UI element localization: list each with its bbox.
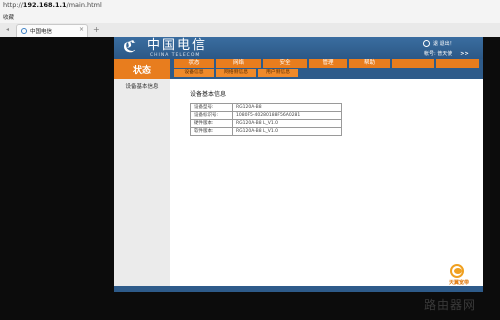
- account-arrow-icon[interactable]: >>: [460, 51, 468, 57]
- row-key: 设备型号:: [190, 103, 233, 112]
- url-prefix: http://: [3, 1, 23, 9]
- tab-close-icon[interactable]: ×: [79, 26, 84, 33]
- tab-management[interactable]: 管理: [309, 59, 347, 68]
- sidebar-item-label: 设备基本信息: [125, 84, 159, 90]
- sidebar: [114, 79, 170, 292]
- tab-scroll-left-icon[interactable]: ◂: [6, 26, 9, 33]
- account-info: 帐号: 普天使 >>: [424, 50, 469, 57]
- current-section-label: 状态: [114, 59, 170, 79]
- current-section-text: 状态: [132, 66, 151, 76]
- table-row: 设备标识号: 1080F5-40280188F56A0281: [190, 111, 342, 120]
- tianyi-logo-fill: [454, 268, 462, 274]
- watermark: 路由器网: [424, 298, 477, 312]
- url-text[interactable]: http://192.168.1.1/main.html: [3, 1, 102, 9]
- tab-network[interactable]: 网络: [216, 59, 261, 68]
- device-info-table: 设备型号: RG120A-B8 设备标识号: 1080F5-40280188F56A…: [190, 103, 342, 136]
- row-value: RG120A-B8: [232, 103, 342, 112]
- favicon-icon: [21, 28, 27, 34]
- favorites-menu[interactable]: 收藏: [3, 13, 14, 21]
- browser-menu-bar: 收藏: [0, 13, 500, 23]
- tab-security[interactable]: 安全: [263, 59, 307, 68]
- china-telecom-logo: ℭ 中国电信 CHINA TELECOM: [123, 38, 208, 60]
- row-value: RG120A-B8 L_V1.0: [232, 119, 342, 128]
- tab-help[interactable]: 帮助: [349, 59, 390, 68]
- url-host: 192.168.1.1: [22, 1, 67, 9]
- logout-label: 退 退出！: [433, 41, 455, 47]
- tab-title: 中国电信: [30, 29, 53, 35]
- address-bar[interactable]: http://192.168.1.1/main.html: [0, 0, 500, 14]
- browser-tab[interactable]: 中国电信 ×: [16, 24, 88, 37]
- logout-link[interactable]: 退 退出！: [423, 40, 455, 47]
- new-tab-button[interactable]: +: [93, 25, 100, 34]
- logo-english-text: CHINA TELECOM: [150, 53, 201, 58]
- page-footer: [114, 286, 483, 292]
- url-path: /main.html: [66, 1, 102, 9]
- table-row: 软件版本: RG120A-B8 L_V1.0: [190, 127, 342, 136]
- row-key: 软件版本:: [190, 127, 233, 136]
- row-value: RG120A-B8 L_V1.0: [232, 127, 342, 136]
- row-value: 1080F5-40280188F56A0281: [232, 111, 342, 120]
- table-row: 硬件版本: RG120A-B8 L_V1.0: [190, 119, 342, 128]
- table-row: 设备型号: RG120A-B8: [190, 103, 342, 112]
- row-key: 设备标识号:: [190, 111, 233, 120]
- logo-chinese-text: 中国电信: [147, 38, 208, 53]
- tab-status[interactable]: 状态: [174, 59, 214, 68]
- logout-icon: [423, 40, 430, 47]
- subtab-device-info[interactable]: 设备信息: [174, 69, 214, 77]
- section-title: 设备基本信息: [190, 91, 227, 98]
- row-key: 硬件版本:: [190, 119, 233, 128]
- subtab-user-info[interactable]: 用户侧信息: [258, 69, 298, 77]
- brand-label: 天翼宽带: [448, 280, 469, 286]
- sidebar-item-device-basic-info[interactable]: 设备基本信息: [114, 82, 170, 91]
- account-label: 帐号: 普天使: [424, 51, 453, 57]
- nav-spacer: [436, 59, 479, 68]
- subtab-network-info[interactable]: 网络侧信息: [216, 69, 256, 77]
- tianyi-broadband-logo: 天翼宽带: [442, 264, 476, 288]
- telecom-logo-icon: ℭ: [123, 37, 137, 56]
- nav-spacer: [392, 59, 434, 68]
